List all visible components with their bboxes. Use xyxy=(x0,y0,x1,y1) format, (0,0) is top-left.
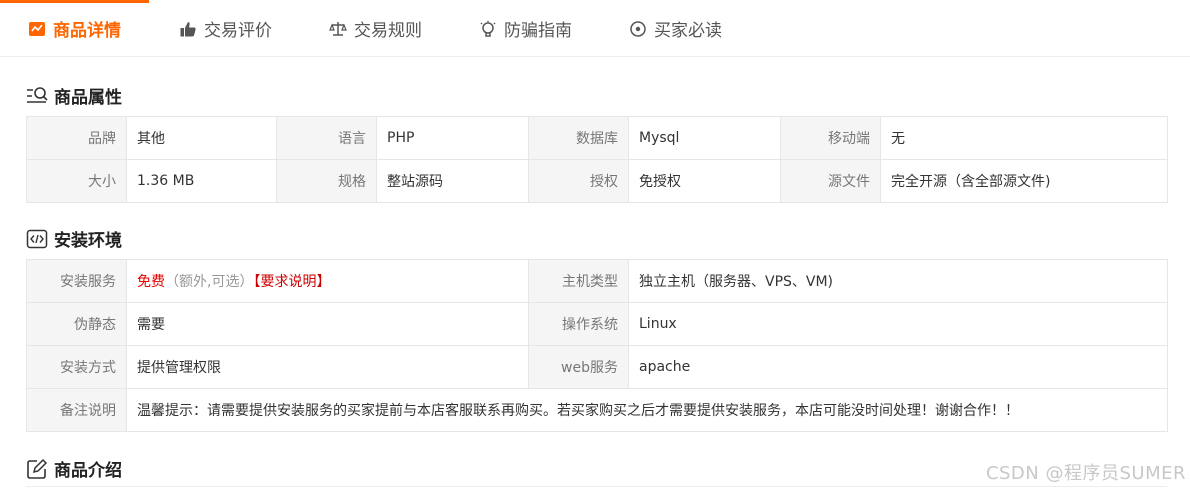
requirements-link[interactable]: 【要求说明】 xyxy=(253,274,330,290)
target-icon xyxy=(629,20,647,38)
install-env-table: 安装服务 免费（额外,可选）【要求说明】 主机类型 独立主机（服务器、VPS、V… xyxy=(26,259,1168,432)
attr-key: 源文件 xyxy=(780,159,881,203)
pseudo-static-value: 需要 xyxy=(126,302,529,346)
table-row: 安装方式 提供管理权限 web服务 apache xyxy=(26,345,1168,389)
code-icon xyxy=(26,228,48,250)
web-server-label: web服务 xyxy=(528,345,629,389)
attr-value: 完全开源（含全部源文件) xyxy=(880,159,1168,203)
section-title-text: 安装环境 xyxy=(54,231,122,251)
divider xyxy=(26,486,1167,487)
tab-reviews[interactable]: 交易评价 xyxy=(179,0,272,57)
tab-anti-fraud[interactable]: 防骗指南 xyxy=(479,0,572,57)
install-method-value: 提供管理权限 xyxy=(126,345,529,389)
tab-label: 交易评价 xyxy=(204,21,272,41)
attr-key: 大小 xyxy=(26,159,127,203)
host-type-value: 独立主机（服务器、VPS、VM) xyxy=(628,259,1168,303)
tab-rules[interactable]: 交易规则 xyxy=(329,0,422,57)
attr-value: Mysql xyxy=(628,116,781,160)
tab-product-details[interactable]: 商品详情 xyxy=(0,0,149,57)
tab-label: 交易规则 xyxy=(354,21,422,41)
doc-icon xyxy=(28,20,46,38)
section-title-attributes: 商品属性 xyxy=(26,83,122,108)
table-row: 伪静态 需要 操作系统 Linux xyxy=(26,302,1168,346)
service-extra: （额外,可选） xyxy=(165,274,254,290)
table-row: 大小 1.36 MB 规格 整站源码 授权 免授权 源文件 完全开源（含全部源文… xyxy=(26,159,1168,203)
table-row: 备注说明 温馨提示：请需要提供安装服务的买家提前与本店客服联系再购买。若买家购买… xyxy=(26,388,1168,432)
os-label: 操作系统 xyxy=(528,302,629,346)
web-server-value: apache xyxy=(628,345,1168,389)
host-type-label: 主机类型 xyxy=(528,259,629,303)
list-search-icon xyxy=(26,85,48,107)
note-value: 温馨提示：请需要提供安装服务的买家提前与本店客服联系再购买。若买家购买之后才需要… xyxy=(126,388,1168,432)
note-label: 备注说明 xyxy=(26,388,127,432)
table-row: 安装服务 免费（额外,可选）【要求说明】 主机类型 独立主机（服务器、VPS、V… xyxy=(26,259,1168,303)
attr-value: 其他 xyxy=(126,116,277,160)
attr-value: 免授权 xyxy=(628,159,781,203)
attr-key: 语言 xyxy=(276,116,377,160)
tab-label: 买家必读 xyxy=(654,21,722,41)
attr-key: 授权 xyxy=(528,159,629,203)
attributes-table: 品牌 其他 语言 PHP 数据库 Mysql 移动端 无 大小 1.36 MB … xyxy=(26,116,1168,203)
section-title-text: 商品属性 xyxy=(54,88,122,108)
attr-value: PHP xyxy=(376,116,529,160)
attr-key: 规格 xyxy=(276,159,377,203)
attr-value: 1.36 MB xyxy=(126,159,277,203)
attr-key: 移动端 xyxy=(780,116,881,160)
tab-label: 商品详情 xyxy=(53,21,121,41)
edit-icon xyxy=(26,458,48,480)
attr-value: 整站源码 xyxy=(376,159,529,203)
table-row: 品牌 其他 语言 PHP 数据库 Mysql 移动端 无 xyxy=(26,116,1168,160)
watermark: CSDN @程序员SUMER xyxy=(985,463,1186,484)
tab-bar: 商品详情 交易评价 交易规则 防骗指南 买家必读 xyxy=(0,0,1190,57)
attr-value: 无 xyxy=(880,116,1168,160)
attr-key: 数据库 xyxy=(528,116,629,160)
section-title-install-env: 安装环境 xyxy=(26,226,122,251)
thumbs-up-icon xyxy=(179,20,197,38)
scales-icon xyxy=(329,20,347,38)
section-title-text: 商品介绍 xyxy=(54,461,122,481)
tab-label: 防骗指南 xyxy=(504,21,572,41)
install-service-label: 安装服务 xyxy=(26,259,127,303)
install-method-label: 安装方式 xyxy=(26,345,127,389)
tab-buyer-notice[interactable]: 买家必读 xyxy=(629,0,722,57)
free-badge: 免费 xyxy=(137,274,165,290)
pseudo-static-label: 伪静态 xyxy=(26,302,127,346)
install-service-value: 免费（额外,可选）【要求说明】 xyxy=(126,259,529,303)
os-value: Linux xyxy=(628,302,1168,346)
bulb-icon xyxy=(479,20,497,38)
section-title-intro: 商品介绍 xyxy=(26,456,122,481)
attr-key: 品牌 xyxy=(26,116,127,160)
